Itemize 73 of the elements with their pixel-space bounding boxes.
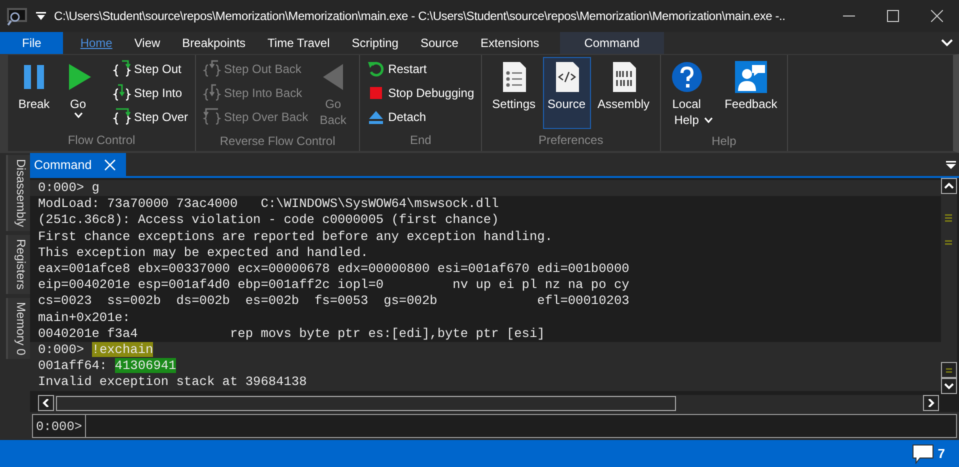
step-into-back-icon [203,84,222,102]
ribbon-button[interactable]: Feedback [720,57,782,131]
ribbon-button[interactable]: Step Into [111,82,190,104]
ribbon-tab[interactable]: View [123,32,172,54]
pane-tab[interactable]: Command [30,153,126,176]
group-label: Flow Control [66,132,136,149]
step-out-icon [113,60,131,78]
ribbon-button[interactable]: Source [542,57,591,129]
output-line: 001aff64: 41306941 [37,358,178,374]
ribbon-tab[interactable]: Command [560,32,664,54]
step-out-back-icon [203,60,222,78]
ribbon-button[interactable]: Step Out [111,58,190,80]
step-into-icon [113,84,131,102]
notification-count: 7 [938,446,945,461]
step-over-icon [113,108,131,126]
restart-icon [367,60,386,78]
output-line: (251c.36c8): Access violation - code c0000005 (first chance) [37,212,500,229]
marker-icon [945,214,952,223]
ribbon-tab[interactable]: Time Travel [256,32,341,54]
command-field[interactable]: 0:000> [32,414,957,438]
prompt-label: 0:000> [33,415,86,437]
app-icon [6,6,28,26]
file-menu[interactable]: File [0,32,64,54]
marker-icon [944,366,954,374]
group-label: Preferences [538,132,604,149]
close-button[interactable] [931,10,943,22]
chevron-up-icon[interactable] [944,182,954,190]
ribbon-button[interactable]: Settings [487,57,541,129]
group-label: End [408,132,432,149]
ribbon-tab[interactable]: Source [409,32,470,54]
chevron-left-icon[interactable] [41,399,51,407]
step-over-back-icon [203,108,222,126]
ribbon-tab[interactable]: Home [69,32,124,54]
side-tab[interactable]: Memory 0 [6,298,30,360]
side-tab[interactable]: Disassembly [6,155,30,232]
close-icon[interactable] [104,158,116,170]
chevron-down-icon[interactable] [944,382,954,390]
ribbon-tab[interactable]: Extensions [469,32,550,54]
output-line: cs=0023 ss=002b ds=002b es=002b fs=0053 gs=002b efl=00010203 [37,293,630,310]
ribbon-button[interactable]: Step Over [111,106,190,128]
ribbon-button[interactable]: Go [57,57,109,129]
ribbon-button[interactable]: Restart [365,58,476,80]
horizontal-scrollbar[interactable] [38,394,939,412]
marker-icon [945,240,952,246]
output-line: First chance exceptions are reported before any exception handling. [37,228,554,245]
ribbon-button[interactable]: Stop Debugging [365,82,476,104]
ribbon-button[interactable]: Local Help [666,57,718,131]
ribbon-tab[interactable]: Breakpoints [171,32,257,54]
ribbon-button[interactable]: Break [13,57,55,129]
feedback-icon [734,61,767,93]
window-title: C:\Users\Student\source\repos\Memorization\Memorization\main.exe - C:\Users\Student\source\repos\Memorization\Memorization\main.exe -.. [54,9,786,23]
chat-icon[interactable] [912,444,934,464]
maximize-button[interactable] [887,10,899,22]
output-line: ModLoad: 73a70000 73ac4000 C:\WINDOWS\SysWOW64\mswsock.dll [37,196,500,212]
dropdown-icon[interactable] [36,12,46,20]
chevron-right-icon[interactable] [926,399,936,407]
output-line: 0040201e f3a4 rep movs byte ptr es:[edi],byte ptr [esi] [37,326,546,342]
help-icon [670,61,703,93]
group-label: Help [710,133,738,150]
output-line: eip=0040201e esp=001af4d0 ebp=001aff2c iopl=0 nv up ei pl nz na po cy [37,277,630,294]
output-line: eax=001afce8 ebx=00337000 ecx=00000678 edx=00000800 esi=001af670 edi=001b0000 [37,261,630,278]
ribbon-tab[interactable]: Scripting [340,32,410,54]
ribbon-button[interactable]: Detach [365,106,476,128]
scroll-thumb[interactable] [56,396,676,410]
output-line: main+0x201e: [37,310,132,326]
chevron-icon[interactable] [941,39,953,47]
group-label: Reverse Flow Control [218,133,336,150]
output-line: This exception may be expected and handled. [37,244,370,262]
side-tab[interactable]: Registers [6,235,30,294]
ribbon-button[interactable]: Assembly [592,57,655,129]
output-line: Invalid exception stack at 39684138 [37,374,308,391]
vertical-scrollbar[interactable] [941,178,957,394]
dropdown-icon[interactable] [946,160,956,170]
